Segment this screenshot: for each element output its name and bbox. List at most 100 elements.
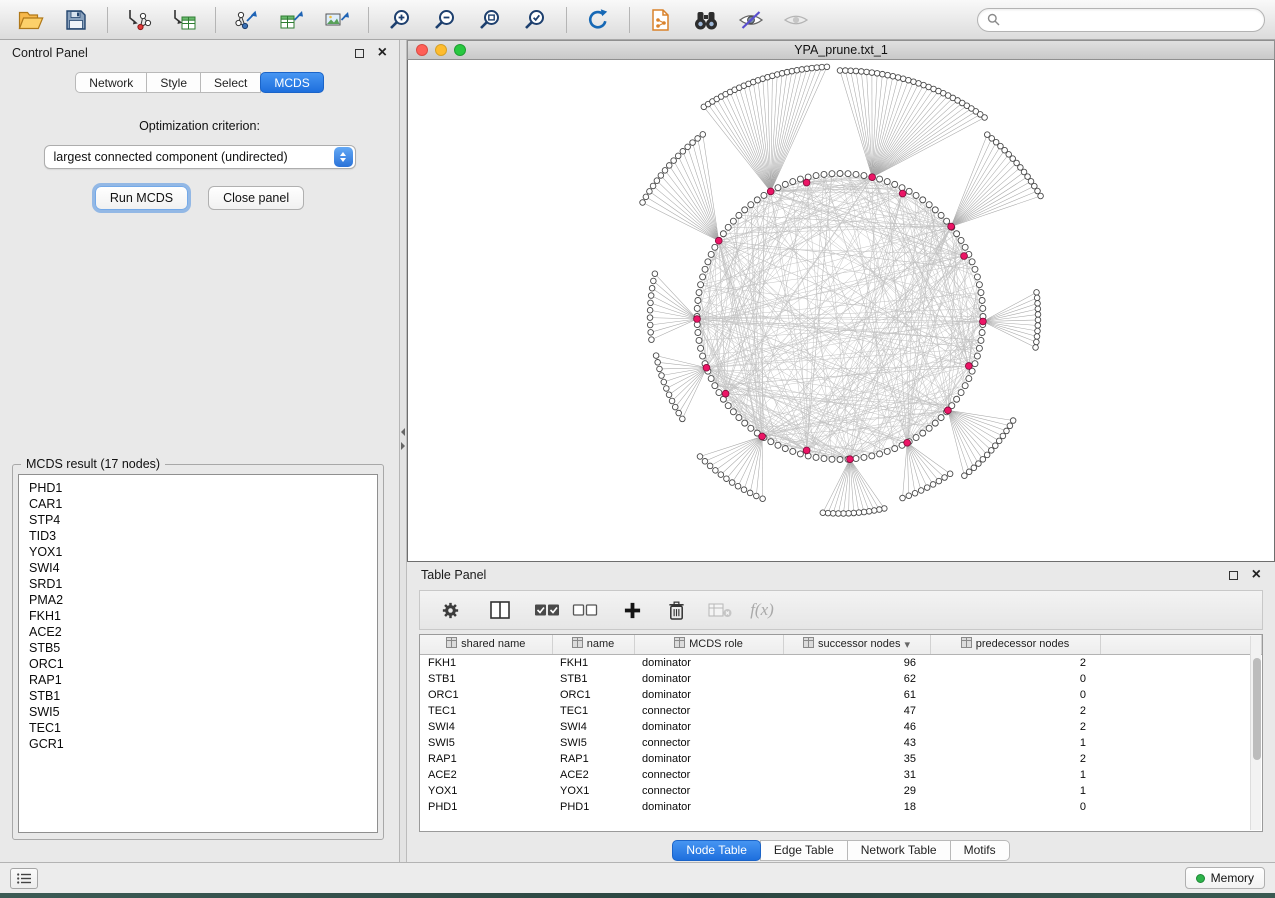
- mcds-result-item[interactable]: YOX1: [19, 544, 377, 560]
- network-titlebar[interactable]: YPA_prune.txt_1: [407, 40, 1275, 60]
- memory-button[interactable]: Memory: [1185, 867, 1265, 889]
- table-cell[interactable]: PHD1: [420, 799, 552, 815]
- zoom-out-button[interactable]: [424, 4, 466, 36]
- table-cell[interactable]: 0: [930, 799, 1100, 815]
- table-scrollbar-thumb[interactable]: [1253, 658, 1261, 760]
- table-cell[interactable]: 1: [930, 783, 1100, 799]
- create-column-button[interactable]: [614, 594, 650, 626]
- tab-motifs[interactable]: Motifs: [950, 840, 1010, 861]
- criterion-dropdown[interactable]: largest connected component (undirected): [44, 145, 356, 169]
- table-cell[interactable]: SWI4: [420, 719, 552, 735]
- table-cell[interactable]: FKH1: [552, 654, 634, 671]
- table-cell[interactable]: dominator: [634, 751, 783, 767]
- table-cell[interactable]: RAP1: [552, 751, 634, 767]
- table-cell[interactable]: RAP1: [420, 751, 552, 767]
- mcds-result-item[interactable]: STB1: [19, 688, 377, 704]
- tab-node-table[interactable]: Node Table: [672, 840, 761, 861]
- table-cell[interactable]: dominator: [634, 687, 783, 703]
- column-header-successor-nodes[interactable]: successor nodes▾: [783, 635, 930, 654]
- table-cell[interactable]: 29: [783, 783, 930, 799]
- table-cell[interactable]: 62: [783, 671, 930, 687]
- tab-select[interactable]: Select: [200, 72, 261, 93]
- run-mcds-button[interactable]: Run MCDS: [95, 186, 188, 210]
- tab-network[interactable]: Network: [75, 72, 147, 93]
- tab-mcds[interactable]: MCDS: [260, 72, 323, 93]
- mcds-result-item[interactable]: ACE2: [19, 624, 377, 640]
- tab-edge-table[interactable]: Edge Table: [760, 840, 848, 861]
- table-row[interactable]: ORC1ORC1dominator610: [420, 687, 1262, 703]
- table-row[interactable]: STB1STB1dominator620: [420, 671, 1262, 687]
- table-cell[interactable]: 96: [783, 654, 930, 671]
- collapse-right-icon[interactable]: [401, 442, 405, 450]
- table-cell[interactable]: SWI5: [420, 735, 552, 751]
- table-row[interactable]: YOX1YOX1connector291: [420, 783, 1262, 799]
- show-all-button[interactable]: [775, 4, 817, 36]
- table-cell[interactable]: PHD1: [552, 799, 634, 815]
- mcds-result-item[interactable]: TID3: [19, 528, 377, 544]
- table-row[interactable]: RAP1RAP1dominator352: [420, 751, 1262, 767]
- mcds-result-item[interactable]: FKH1: [19, 608, 377, 624]
- table-cell[interactable]: SWI4: [552, 719, 634, 735]
- export-image-button[interactable]: [316, 4, 358, 36]
- find-button[interactable]: [685, 4, 727, 36]
- search-input[interactable]: [1006, 13, 1255, 27]
- tab-style[interactable]: Style: [146, 72, 201, 93]
- save-session-button[interactable]: [55, 4, 97, 36]
- table-cell[interactable]: dominator: [634, 654, 783, 671]
- copy-network-button[interactable]: [640, 4, 682, 36]
- table-cell[interactable]: YOX1: [552, 783, 634, 799]
- delete-table-button[interactable]: [702, 594, 738, 626]
- table-cell[interactable]: FKH1: [420, 654, 552, 671]
- table-cell[interactable]: 1: [930, 767, 1100, 783]
- import-table-button[interactable]: [163, 4, 205, 36]
- export-network-button[interactable]: [226, 4, 268, 36]
- mcds-result-item[interactable]: CAR1: [19, 496, 377, 512]
- table-scrollbar[interactable]: [1250, 636, 1261, 830]
- refresh-button[interactable]: [577, 4, 619, 36]
- zoom-in-button[interactable]: [379, 4, 421, 36]
- import-network-button[interactable]: [118, 4, 160, 36]
- table-cell[interactable]: 31: [783, 767, 930, 783]
- table-cell[interactable]: 47: [783, 703, 930, 719]
- table-cell[interactable]: 43: [783, 735, 930, 751]
- table-cell[interactable]: STB1: [420, 671, 552, 687]
- vertical-splitter[interactable]: [400, 40, 407, 862]
- table-cell[interactable]: YOX1: [420, 783, 552, 799]
- table-row[interactable]: FKH1FKH1dominator962: [420, 654, 1262, 671]
- float-panel-icon[interactable]: [355, 49, 364, 58]
- column-header-mcds-role[interactable]: MCDS role: [634, 635, 783, 654]
- function-builder-button[interactable]: f(x): [744, 594, 780, 626]
- export-table-button[interactable]: [271, 4, 313, 36]
- mcds-result-item[interactable]: RAP1: [19, 672, 377, 688]
- table-cell[interactable]: 0: [930, 671, 1100, 687]
- table-row[interactable]: SWI5SWI5connector431: [420, 735, 1262, 751]
- mcds-result-item[interactable]: ORC1: [19, 656, 377, 672]
- table-cell[interactable]: 61: [783, 687, 930, 703]
- table-cell[interactable]: ORC1: [420, 687, 552, 703]
- network-graph[interactable]: [408, 60, 1274, 561]
- table-row[interactable]: ACE2ACE2connector311: [420, 767, 1262, 783]
- table-cell[interactable]: TEC1: [420, 703, 552, 719]
- close-table-panel-icon[interactable]: ×: [1252, 569, 1261, 581]
- table-cell[interactable]: connector: [634, 735, 783, 751]
- open-file-button[interactable]: [10, 4, 52, 36]
- table-cell[interactable]: STB1: [552, 671, 634, 687]
- hide-selected-button[interactable]: [730, 4, 772, 36]
- table-settings-button[interactable]: [432, 594, 468, 626]
- column-header-name[interactable]: name: [552, 635, 634, 654]
- table-cell[interactable]: connector: [634, 767, 783, 783]
- zoom-fit-button[interactable]: [469, 4, 511, 36]
- table-cell[interactable]: ACE2: [420, 767, 552, 783]
- table-row[interactable]: SWI4SWI4dominator462: [420, 719, 1262, 735]
- table-cell[interactable]: 35: [783, 751, 930, 767]
- table-cell[interactable]: connector: [634, 783, 783, 799]
- float-table-panel-icon[interactable]: [1229, 571, 1238, 580]
- table-cell[interactable]: dominator: [634, 799, 783, 815]
- column-header-shared-name[interactable]: shared name: [420, 635, 552, 654]
- column-header-predecessor-nodes[interactable]: predecessor nodes: [930, 635, 1100, 654]
- mcds-result-item[interactable]: STP4: [19, 512, 377, 528]
- delete-column-button[interactable]: [658, 594, 694, 626]
- zoom-selected-button[interactable]: [514, 4, 556, 36]
- deselect-all-button[interactable]: [566, 594, 604, 626]
- tab-network-table[interactable]: Network Table: [847, 840, 951, 861]
